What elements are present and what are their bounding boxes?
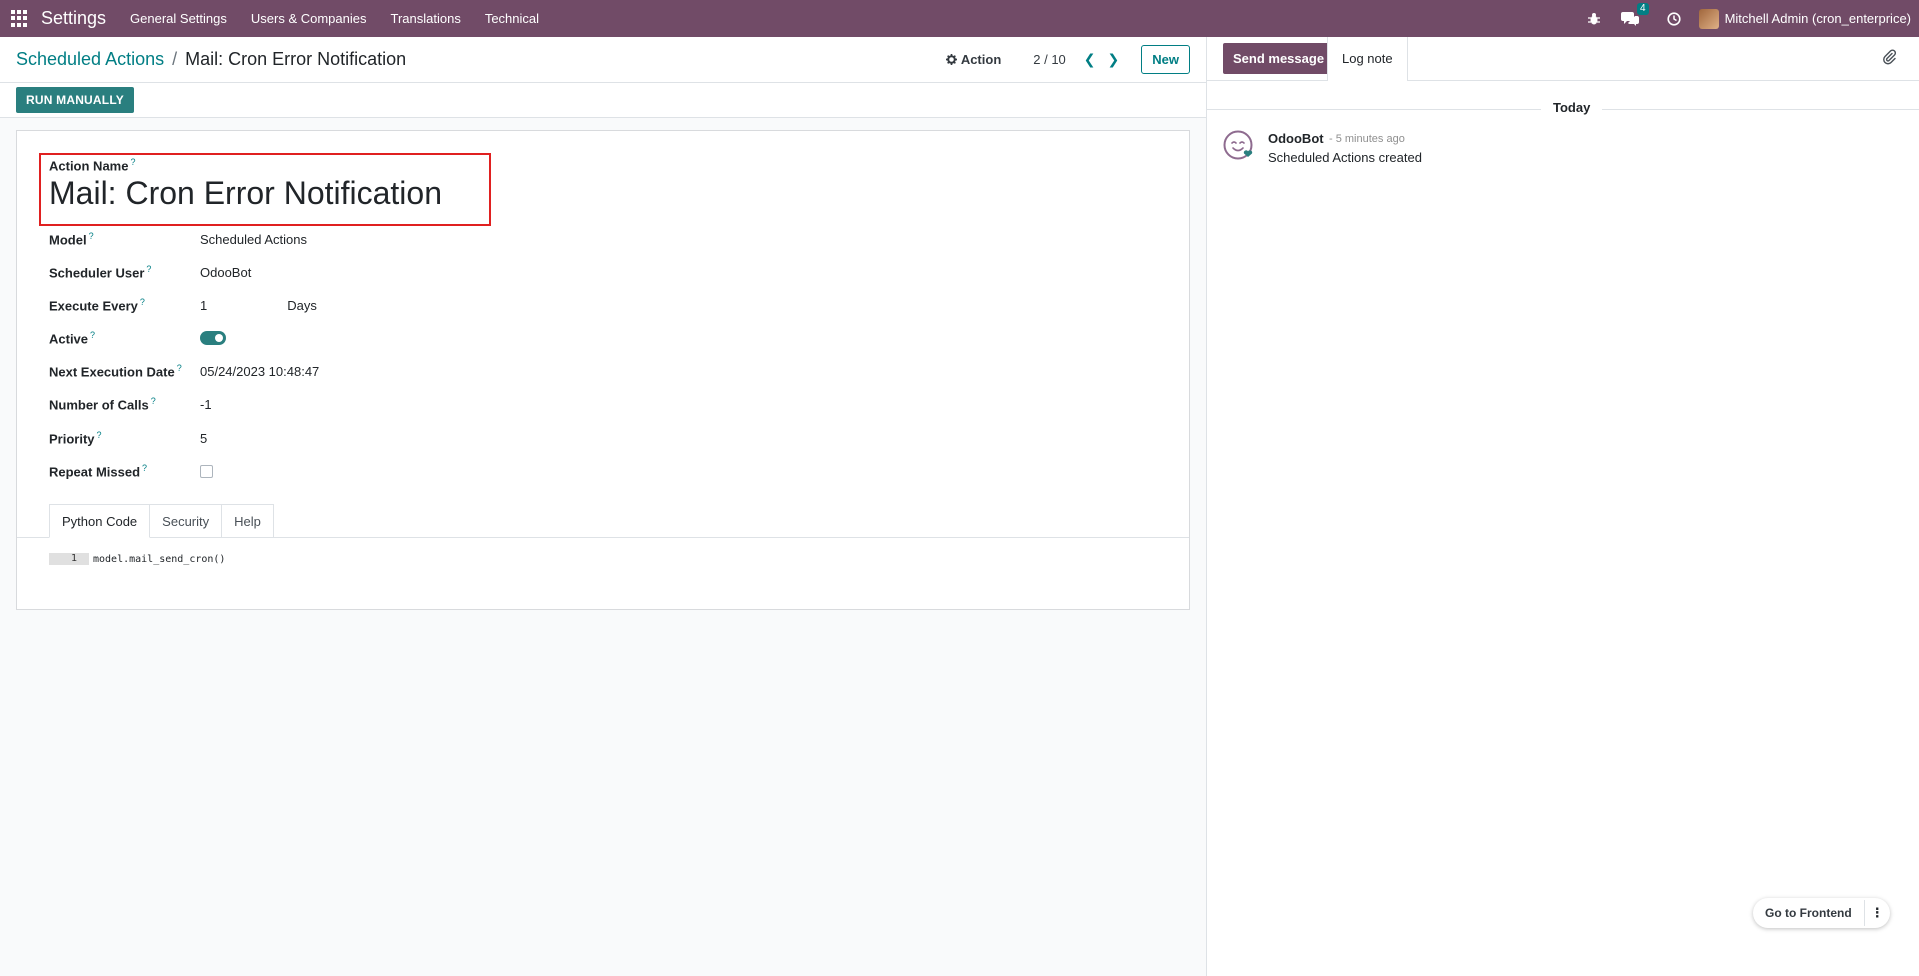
odoobot-avatar-icon [1223, 130, 1255, 165]
new-button[interactable]: New [1141, 45, 1190, 74]
field-next-execution-date: Next Execution Date? 05/24/2023 10:48:47 [49, 361, 449, 381]
model-label: Model? [49, 230, 94, 248]
go-to-frontend-button[interactable]: Go to Frontend [1753, 906, 1864, 920]
activity-clock-icon[interactable] [1666, 11, 1681, 26]
active-label: Active? [49, 329, 96, 347]
message-author[interactable]: OdooBot [1268, 131, 1324, 146]
form-statusbar: RUN MANUALLY [0, 83, 1206, 118]
action-name-label: Action Name? [49, 157, 136, 174]
top-navbar: Settings General Settings Users & Compan… [0, 0, 1919, 37]
code-text[interactable]: model.mail_send_cron() [93, 554, 225, 565]
send-message-button[interactable]: Send message [1223, 43, 1335, 74]
help-mark[interactable]: ? [130, 157, 135, 167]
user-menu[interactable]: Mitchell Admin (cron_enterprice) [1698, 8, 1911, 29]
breadcrumb: Scheduled Actions / Mail: Cron Error Not… [16, 49, 406, 70]
run-manually-button[interactable]: RUN MANUALLY [16, 87, 134, 113]
interval-number-input[interactable]: 1 [200, 298, 207, 313]
repeat-missed-label: Repeat Missed? [49, 462, 148, 480]
message-body: Scheduled Actions created [1268, 150, 1422, 165]
pager-previous-icon[interactable]: ❮ [1084, 51, 1096, 68]
number-of-calls-label: Number of Calls? [49, 395, 156, 413]
action-name-input[interactable]: Mail: Cron Error Notification [49, 175, 442, 212]
active-toggle[interactable] [200, 331, 226, 345]
model-value[interactable]: Scheduled Actions [200, 232, 307, 247]
chatter-panel: Send message Log note Today OdooBot - 5 … [1206, 37, 1919, 976]
menu-general-settings[interactable]: General Settings [118, 0, 239, 37]
notebook-tabs: Python Code Security Help [49, 504, 274, 538]
chatter-topbar: Send message Log note [1207, 37, 1919, 81]
user-name: Mitchell Admin (cron_enterprice) [1724, 11, 1911, 26]
field-active: Active? [49, 328, 449, 348]
user-avatar [1698, 8, 1719, 29]
message-time: - 5 minutes ago [1329, 133, 1405, 145]
menu-translations[interactable]: Translations [379, 0, 473, 37]
tab-security[interactable]: Security [150, 504, 223, 538]
main-menu: General Settings Users & Companies Trans… [118, 0, 551, 37]
more-options-icon[interactable]: ⋮ [1863, 900, 1890, 926]
field-model: Model? Scheduled Actions [49, 229, 449, 249]
form-sheet: Action Name? Mail: Cron Error Notificati… [16, 130, 1190, 610]
tab-python-code[interactable]: Python Code [49, 504, 151, 538]
messages-count-badge: 4 [1637, 3, 1649, 15]
pager-value[interactable]: 2 / 10 [1033, 52, 1066, 67]
action-menu-button[interactable]: Action [945, 52, 1002, 67]
priority-input[interactable]: 5 [200, 431, 207, 446]
field-priority: Priority? 5 [49, 428, 449, 448]
repeat-missed-checkbox[interactable] [200, 464, 213, 478]
debug-bug-icon[interactable] [1587, 12, 1601, 26]
control-panel-right: Action 2 / 10 ❮ ❯ New [945, 45, 1190, 74]
action-label: Action [960, 52, 1002, 67]
field-repeat-missed: Repeat Missed? [49, 461, 449, 481]
menu-technical[interactable]: Technical [473, 0, 551, 37]
execute-every-label: Execute Every? [49, 296, 145, 314]
menu-users-companies[interactable]: Users & Companies [239, 0, 379, 37]
paperclip-icon[interactable] [1882, 49, 1897, 68]
breadcrumb-separator: / [172, 49, 178, 69]
priority-label: Priority? [49, 429, 102, 447]
line-number: 1 [49, 553, 89, 565]
gear-icon [945, 54, 957, 65]
interval-type-select[interactable]: Days [287, 298, 317, 313]
pager-next-icon[interactable]: ❯ [1108, 51, 1120, 68]
breadcrumb-current: Mail: Cron Error Notification [185, 49, 407, 69]
apps-menu-icon[interactable] [11, 9, 29, 28]
breadcrumb-scheduled-actions[interactable]: Scheduled Actions [16, 49, 164, 70]
app-brand[interactable]: Settings [41, 8, 106, 29]
tab-help[interactable]: Help [222, 504, 274, 538]
go-to-frontend-widget: Go to Frontend ⋮ [1753, 898, 1890, 928]
control-panel: Scheduled Actions / Mail: Cron Error Not… [0, 37, 1206, 83]
log-note-button[interactable]: Log note [1327, 37, 1408, 81]
tab-divider [17, 537, 1189, 538]
field-number-of-calls: Number of Calls? -1 [49, 394, 449, 414]
messages-icon[interactable]: 4 [1620, 3, 1649, 26]
systray: 4 Mitchell Admin (cron_enterprice) [1577, 0, 1919, 37]
next-execution-date-label: Next Execution Date? [49, 362, 182, 380]
code-editor[interactable]: 1 model.mail_send_cron() [49, 553, 225, 565]
scheduler-user-value[interactable]: OdooBot [200, 265, 251, 280]
field-execute-every: Execute Every? 1 Days [49, 295, 449, 315]
next-execution-date-input[interactable]: 05/24/2023 10:48:47 [200, 364, 319, 379]
date-separator: Today [1541, 100, 1603, 115]
scheduler-user-label: Scheduler User? [49, 263, 152, 281]
number-of-calls-input[interactable]: -1 [200, 397, 212, 412]
field-scheduler-user: Scheduler User? OdooBot [49, 262, 449, 282]
